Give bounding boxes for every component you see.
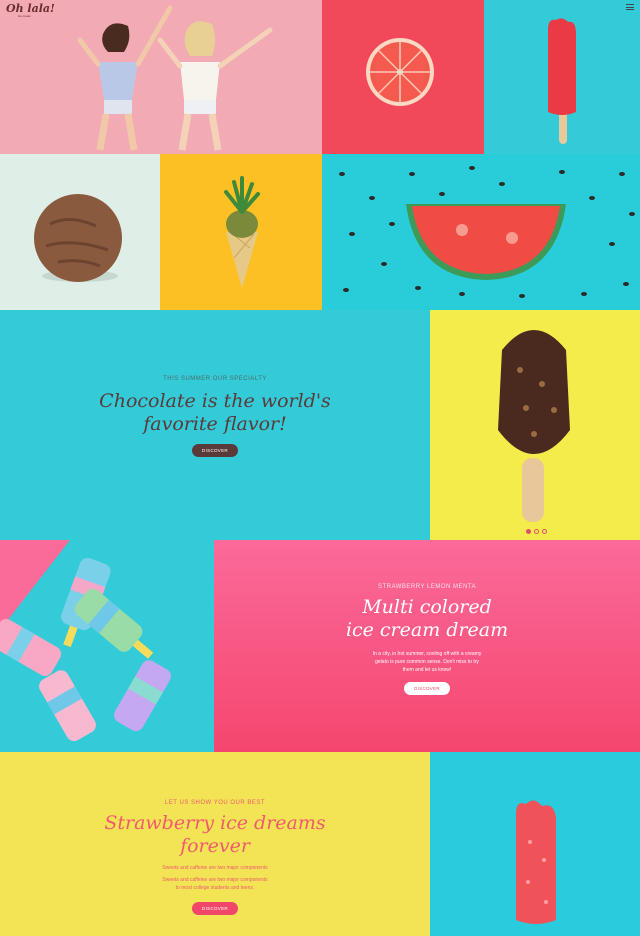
strawberry-discover-button[interactable]: DISCOVER: [192, 901, 238, 915]
multicolor-popsicles-icon: [0, 540, 171, 742]
watermelon-slice-icon: [339, 166, 635, 298]
chocolate-discover-button[interactable]: DISCOVER: [192, 443, 238, 457]
strawberry-body-line3: to most college students and teens.: [175, 884, 255, 891]
pineapple-cone-icon: [224, 176, 260, 288]
chocolate-feature-section: THIS SUMMER OUR SPECIALTY Chocolate is t…: [0, 310, 430, 540]
strawberry-title-line2: forever: [180, 834, 250, 857]
multicolor-popsicles-tile: [0, 540, 214, 752]
multicolor-body-line2: gelato is pure common sense. Don't miss …: [375, 658, 479, 665]
chocolate-popsicle-icon: [498, 330, 570, 522]
chocolate-bar-tile: [430, 310, 640, 540]
chocolate-eyebrow: THIS SUMMER OUR SPECIALTY: [163, 376, 267, 382]
multicolor-title-line1: Multi colored: [362, 596, 492, 618]
pineapple-cone-tile: [160, 154, 322, 310]
carousel-dot-1[interactable]: [526, 529, 531, 534]
chocolate-title-line2: favorite flavor!: [143, 412, 287, 435]
multicolor-feature-section: STRAWBERRY LEMON MENTA Multi colored ice…: [214, 540, 640, 752]
multicolor-title: Multi colored ice cream dream: [346, 596, 508, 642]
multicolor-discover-button[interactable]: DISCOVER: [404, 681, 450, 695]
strawberry-popsicle-icon: [516, 800, 556, 924]
chocolate-title: Chocolate is the world's favorite flavor…: [99, 390, 331, 436]
grapefruit-tile: [322, 0, 484, 154]
carousel-dot-2[interactable]: [534, 529, 539, 534]
strawberry-body-line1: Sweets and caffeine are two major compon…: [162, 864, 268, 871]
page: Oh lala! ice cream THIS SUMMER OUR SPECI…: [0, 0, 640, 936]
strawberry-title: Strawberry ice dreams forever: [104, 812, 325, 858]
watermelon-tile: [322, 154, 640, 310]
red-popsicle-icon: [548, 18, 576, 144]
chocolate-scoop-tile: [0, 154, 160, 310]
multicolor-eyebrow: STRAWBERRY LEMON MENTA: [377, 584, 477, 590]
multicolor-body-line3: them and let us know!: [402, 666, 452, 673]
multicolor-body: In a city, in hot summer, cooling off wi…: [373, 650, 482, 674]
strawberry-eyebrow: LET US SHOW YOU OUR BEST: [164, 800, 266, 806]
hamburger-menu-icon[interactable]: [626, 4, 634, 10]
chocolate-scoop-icon: [34, 194, 122, 282]
carousel-dot-3[interactable]: [542, 529, 547, 534]
chocolate-title-line1: Chocolate is the world's: [99, 390, 331, 412]
hero-girls-photo: [0, 0, 322, 154]
strawberry-body: Sweets and caffeine are two major compon…: [162, 864, 267, 892]
multicolor-title-line2: ice cream dream: [345, 618, 509, 641]
grapefruit-icon: [366, 38, 434, 106]
logo-subtitle: ice cream: [18, 14, 32, 18]
popsicle-tile-top: [484, 0, 640, 154]
strawberry-title-line1: Strawberry ice dreams: [104, 812, 326, 834]
strawberry-feature-section: LET US SHOW YOU OUR BEST Strawberry ice …: [0, 752, 430, 936]
strawberry-popsicle-tile: [430, 752, 640, 936]
strawberry-body-line2: Sweets and caffeine are two major compon…: [162, 876, 268, 883]
multicolor-body-line1: In a city, in hot summer, cooling off wi…: [372, 650, 482, 657]
girls-dancing-illustration: [0, 0, 322, 154]
carousel-dots: [526, 529, 547, 534]
